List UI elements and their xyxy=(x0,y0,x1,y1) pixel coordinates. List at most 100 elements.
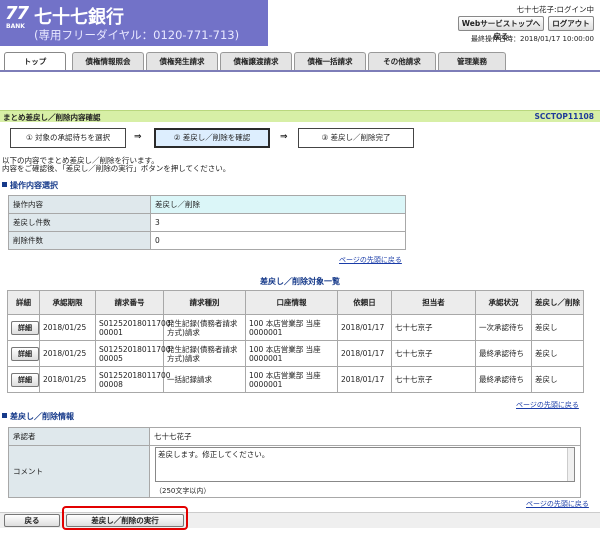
web-service-top-button[interactable]: Webサービストップへ戻る xyxy=(458,16,544,41)
operation-value: 差戻し／削除 xyxy=(150,195,406,214)
approver-value: 七十七花子 xyxy=(149,427,581,446)
bank-logo-bank: BANK xyxy=(6,23,25,30)
page-top-link[interactable]: ページの先頭に戻る xyxy=(526,499,589,509)
delete-count-value: 0 xyxy=(150,231,406,250)
table-row: 詳細 2018/01/25 S01252018011700 00005 発生記録… xyxy=(7,340,584,367)
operation-section-label: 操作内容選択 xyxy=(10,181,58,190)
table-row: 詳細 2018/01/25 S01252018011700 00008 一括記録… xyxy=(7,366,584,393)
step-3: ③ 差戻し／削除完了 xyxy=(298,128,414,148)
return-count-value: 3 xyxy=(150,213,406,232)
status-cell: 一次承認待ち xyxy=(475,314,532,341)
request-number-cell: S01252018011700 00008 xyxy=(95,366,171,393)
request-number-cell: S01252018011700 00001 xyxy=(95,314,171,341)
account-cell: 100 本店営業部 当座 0000001 xyxy=(245,366,338,393)
col-person: 担当者 xyxy=(391,290,476,315)
login-status: 七十七花子:ログイン中 xyxy=(516,5,594,14)
col-request-type: 請求種別 xyxy=(163,290,246,315)
table-row: 操作内容 差戻し／削除 xyxy=(8,195,406,214)
step-arrow: ⇒ xyxy=(134,132,142,142)
return-count-label: 差戻し件数 xyxy=(8,213,151,232)
col-deadline: 承認期限 xyxy=(39,290,96,315)
action-cell: 差戻し xyxy=(531,366,584,393)
page-top-link[interactable]: ページの先頭に戻る xyxy=(516,400,579,410)
account-cell: 100 本店営業部 当座 0000001 xyxy=(245,340,338,367)
back-button[interactable]: 戻る xyxy=(4,514,60,527)
request-type-cell: 発生記録(債務者請求方式)請求 xyxy=(163,340,246,367)
request-type-cell: 発生記録(債務者請求方式)請求 xyxy=(163,314,246,341)
comment-label: コメント xyxy=(8,445,150,498)
deadline-cell: 2018/01/25 xyxy=(39,340,96,367)
detail-cell: 詳細 xyxy=(7,340,40,367)
instruction-line-2: 内容をご確認後、「差戻し／削除の実行」ボタンを押してください。 xyxy=(2,164,231,173)
request-date-cell: 2018/01/17 xyxy=(337,314,392,341)
detail-button[interactable]: 詳細 xyxy=(11,372,39,387)
tab-other-requests[interactable]: その他請求 xyxy=(368,52,436,70)
status-cell: 最終承認待ち xyxy=(475,366,532,393)
comment-limit-note: （250文字以内） xyxy=(155,487,211,495)
tab-claim-bulk[interactable]: 債権一括請求 xyxy=(294,52,366,70)
detail-button[interactable]: 詳細 xyxy=(11,320,39,335)
action-cell: 差戻し xyxy=(531,314,584,341)
page-title: まとめ差戻し／削除内容確認 xyxy=(3,113,101,122)
status-cell: 最終承認待ち xyxy=(475,340,532,367)
comment-textarea[interactable] xyxy=(155,447,575,482)
table-row: 詳細 2018/01/25 S01252018011700 00001 発生記録… xyxy=(7,314,584,341)
table-row: 削除件数 0 xyxy=(8,231,406,250)
tab-claim-inquiry[interactable]: 債権情報照会 xyxy=(72,52,144,70)
table-header-row: 詳細 承認期限 請求番号 請求種別 口座情報 依頼日 担当者 承認状況 差戻し／… xyxy=(7,290,584,315)
col-account: 口座情報 xyxy=(245,290,338,315)
request-number-cell: S01252018011700 00005 xyxy=(95,340,171,367)
highlight-box xyxy=(62,506,188,530)
step-2-current: ② 差戻し／削除を確認 xyxy=(154,128,270,148)
person-cell: 七十七京子 xyxy=(391,366,476,393)
deadline-cell: 2018/01/25 xyxy=(39,366,96,393)
step-1: ① 対象の承認待ちを選択 xyxy=(10,128,126,148)
tab-claim-transfer[interactable]: 債権譲渡請求 xyxy=(220,52,292,70)
bank-logo-number: 77 xyxy=(5,3,29,24)
delete-count-label: 削除件数 xyxy=(8,231,151,250)
col-detail: 詳細 xyxy=(7,290,40,315)
header: 77 BANK 七十七銀行 (専用フリーダイヤル：0120-771-713) 七… xyxy=(0,0,600,46)
page-top-link[interactable]: ページの先頭に戻る xyxy=(339,255,402,265)
col-request-number: 請求番号 xyxy=(95,290,164,315)
approver-label: 承認者 xyxy=(8,427,150,446)
info-section-title: 差戻し／削除情報 xyxy=(2,411,74,422)
main-tabs: トップ 債権情報照会 債権発生請求 債権譲渡請求 債権一括請求 その他請求 管理… xyxy=(0,50,600,72)
col-request-date: 依頼日 xyxy=(337,290,392,315)
person-cell: 七十七京子 xyxy=(391,340,476,367)
action-cell: 差戻し xyxy=(531,340,584,367)
detail-button[interactable]: 詳細 xyxy=(11,346,39,361)
screen-code: SCCTOP11108 xyxy=(534,112,595,121)
square-bullet-icon xyxy=(2,413,7,418)
deadline-cell: 2018/01/25 xyxy=(39,314,96,341)
tab-claim-issue[interactable]: 債権発生請求 xyxy=(146,52,218,70)
person-cell: 七十七京子 xyxy=(391,314,476,341)
table-row: 承認者 七十七花子 xyxy=(8,427,581,446)
tab-management[interactable]: 管理業務 xyxy=(438,52,506,70)
account-cell: 100 本店営業部 当座 0000001 xyxy=(245,314,338,341)
comment-scrollbar[interactable] xyxy=(567,448,574,481)
logout-button[interactable]: ログアウト xyxy=(548,16,594,31)
detail-cell: 詳細 xyxy=(7,366,40,393)
operation-table: 操作内容 差戻し／削除 差戻し件数 3 削除件数 0 xyxy=(8,195,406,250)
target-list-table: 詳細 承認期限 請求番号 請求種別 口座情報 依頼日 担当者 承認状況 差戻し／… xyxy=(7,290,584,393)
detail-cell: 詳細 xyxy=(7,314,40,341)
operation-section-title: 操作内容選択 xyxy=(2,180,58,191)
info-section-label: 差戻し／削除情報 xyxy=(10,412,74,421)
bank-name: 七十七銀行 xyxy=(34,7,124,28)
list-title: 差戻し／削除対象一覧 xyxy=(260,277,340,286)
table-row: 差戻し件数 3 xyxy=(8,213,406,232)
bank-banner: 77 BANK 七十七銀行 (専用フリーダイヤル：0120-771-713) xyxy=(0,0,268,46)
page-title-bar: まとめ差戻し／削除内容確認 SCCTOP11108 xyxy=(0,110,600,122)
tab-top[interactable]: トップ xyxy=(4,52,66,70)
request-date-cell: 2018/01/17 xyxy=(337,366,392,393)
operation-label: 操作内容 xyxy=(8,195,151,214)
col-action: 差戻し／削除 xyxy=(531,290,584,315)
request-date-cell: 2018/01/17 xyxy=(337,340,392,367)
request-type-cell: 一括記録請求 xyxy=(163,366,246,393)
square-bullet-icon xyxy=(2,182,7,187)
toll-free-number: (専用フリーダイヤル：0120-771-713) xyxy=(34,28,240,42)
step-arrow: ⇒ xyxy=(280,132,288,142)
last-operation-time: 最終操作日時：2018/01/17 10:00:00 xyxy=(470,35,594,43)
col-status: 承認状況 xyxy=(475,290,532,315)
